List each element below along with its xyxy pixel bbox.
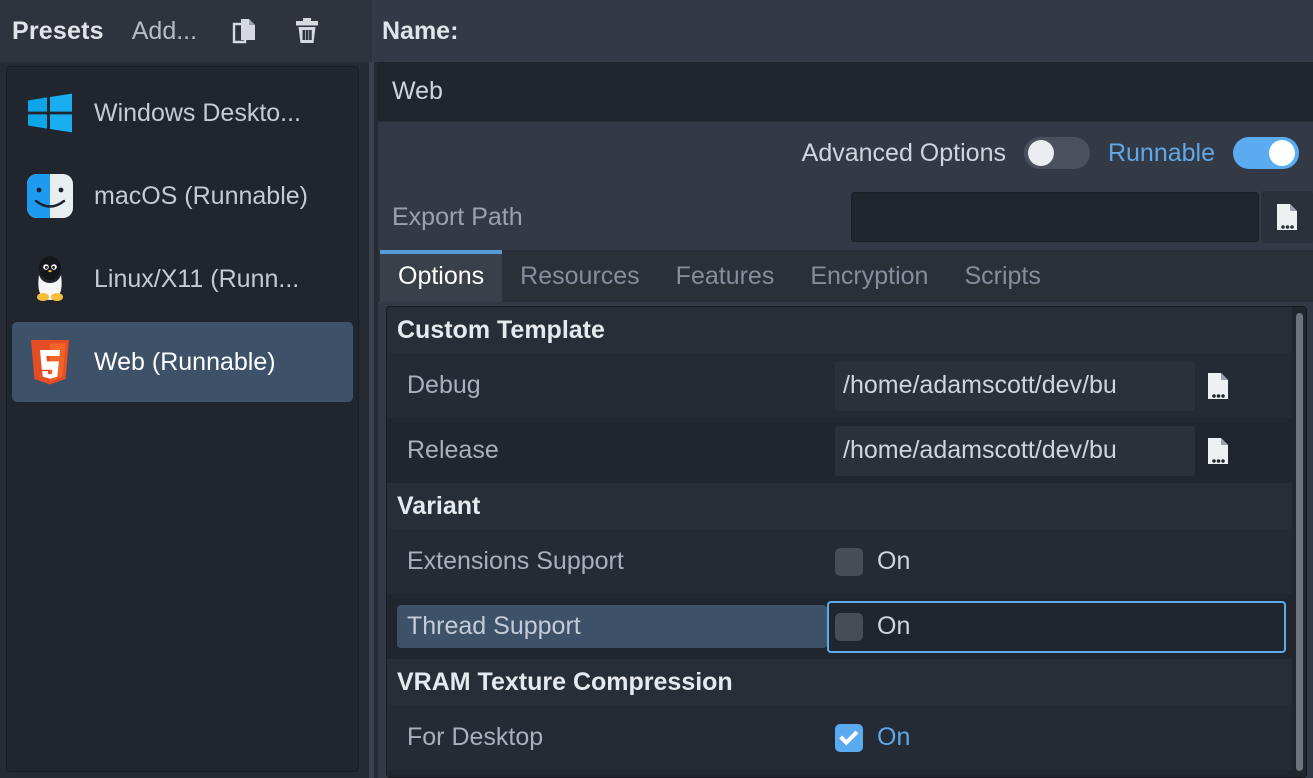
linux-tux-icon <box>22 251 78 307</box>
preset-item-macos[interactable]: macOS (Runnable) <box>12 156 353 236</box>
advanced-options-label: Advanced Options <box>801 138 1006 167</box>
options-scrollbar[interactable] <box>1292 307 1306 777</box>
preset-label: Web (Runnable) <box>94 347 276 376</box>
name-header: Name: <box>372 0 1313 62</box>
row-value[interactable]: /home/adamscott/dev/bu <box>827 425 1286 477</box>
duplicate-icon[interactable] <box>225 11 265 51</box>
tab-scripts[interactable]: Scripts <box>946 250 1059 302</box>
runnable-toggle[interactable] <box>1233 137 1299 169</box>
for-desktop-value: On <box>877 723 911 751</box>
preset-name-input[interactable]: Web <box>378 62 1313 122</box>
row-for-desktop[interactable]: For Desktop On <box>387 705 1292 770</box>
preset-item-windows[interactable]: Windows Deskto... <box>12 73 353 153</box>
preset-label: Linux/X11 (Runn... <box>94 264 300 293</box>
row-label: Extensions Support <box>407 547 624 575</box>
preset-label: Windows Deskto... <box>94 98 302 127</box>
presets-title: Presets <box>12 16 104 45</box>
tab-resources[interactable]: Resources <box>502 250 658 302</box>
row-label: For Desktop <box>407 723 544 751</box>
row-thread-support[interactable]: Thread Support On <box>387 594 1292 659</box>
advanced-options-toggle[interactable] <box>1023 137 1090 169</box>
toggle-knob <box>1269 140 1295 166</box>
debug-template-browse-icon[interactable] <box>1203 369 1233 403</box>
export-path-browse-icon[interactable] <box>1261 191 1313 243</box>
row-label: Thread Support <box>397 605 827 648</box>
export-path-label: Export Path <box>392 202 523 231</box>
row-value[interactable]: On <box>827 600 1286 653</box>
tab-options[interactable]: Options <box>380 250 503 302</box>
release-template-input[interactable]: /home/adamscott/dev/bu <box>835 425 1195 476</box>
html5-icon <box>22 334 78 390</box>
dialog-body: Windows Deskto... macOS (Runnable) Linux… <box>0 62 1313 778</box>
debug-template-input[interactable]: /home/adamscott/dev/bu <box>835 360 1195 411</box>
windows-icon <box>22 85 78 141</box>
section-vram-texture-compression: VRAM Texture Compression <box>387 659 1292 705</box>
options-list: Custom Template Debug /home/adamscott/de… <box>387 307 1292 777</box>
scrollbar-thumb[interactable] <box>1295 313 1303 771</box>
row-value[interactable]: On <box>827 536 1286 588</box>
splitter-handle <box>369 62 374 778</box>
thread-support-checkbox[interactable] <box>835 612 863 641</box>
preset-label: macOS (Runnable) <box>94 181 308 210</box>
preset-list[interactable]: Windows Deskto... macOS (Runnable) Linux… <box>6 66 359 772</box>
options-panel: Custom Template Debug /home/adamscott/de… <box>386 306 1307 778</box>
extensions-support-checkbox[interactable] <box>835 547 863 576</box>
add-preset-button[interactable]: Add... <box>126 15 203 48</box>
for-desktop-checkbox[interactable] <box>835 723 863 752</box>
export-dialog: Presets Add... Name: Windows Deskto... m… <box>0 0 1313 778</box>
presets-toolbar: Presets Add... <box>0 0 372 62</box>
toolbar: Presets Add... Name: <box>0 0 1313 62</box>
panel-splitter[interactable] <box>365 62 378 778</box>
runnable-label: Runnable <box>1107 138 1215 167</box>
row-value[interactable]: /home/adamscott/dev/bu <box>827 360 1286 412</box>
settings-tabs[interactable]: Options Resources Features Encryption Sc… <box>378 250 1313 302</box>
row-label: Release <box>407 436 499 464</box>
thread-support-value: On <box>877 612 911 640</box>
export-path-row: Export Path <box>378 184 1313 250</box>
preset-item-linux[interactable]: Linux/X11 (Runn... <box>12 239 353 319</box>
tab-features[interactable]: Features <box>657 250 793 302</box>
preset-item-web[interactable]: Web (Runnable) <box>12 322 353 402</box>
trash-icon[interactable] <box>287 11 327 51</box>
preset-toggles-row: Advanced Options Runnable <box>378 122 1313 184</box>
section-variant: Variant <box>387 483 1292 529</box>
checkmark-icon <box>838 725 858 745</box>
row-release-template[interactable]: Release /home/adamscott/dev/bu <box>387 418 1292 483</box>
tab-encryption[interactable]: Encryption <box>792 250 947 302</box>
section-custom-template: Custom Template <box>387 307 1292 353</box>
row-extensions-support[interactable]: Extensions Support On <box>387 529 1292 594</box>
export-path-input[interactable] <box>851 192 1259 242</box>
release-template-browse-icon[interactable] <box>1203 434 1233 468</box>
name-label: Name: <box>382 16 459 45</box>
preset-sidebar: Windows Deskto... macOS (Runnable) Linux… <box>0 62 365 778</box>
row-value[interactable]: On <box>827 712 1286 764</box>
toggle-knob <box>1027 140 1054 166</box>
row-label: Debug <box>407 371 481 399</box>
row-debug-template[interactable]: Debug /home/adamscott/dev/bu <box>387 353 1292 418</box>
macos-finder-icon <box>22 168 78 224</box>
preset-settings-panel: Web Advanced Options Runnable Export Pat… <box>378 62 1313 778</box>
extensions-support-value: On <box>877 547 911 575</box>
